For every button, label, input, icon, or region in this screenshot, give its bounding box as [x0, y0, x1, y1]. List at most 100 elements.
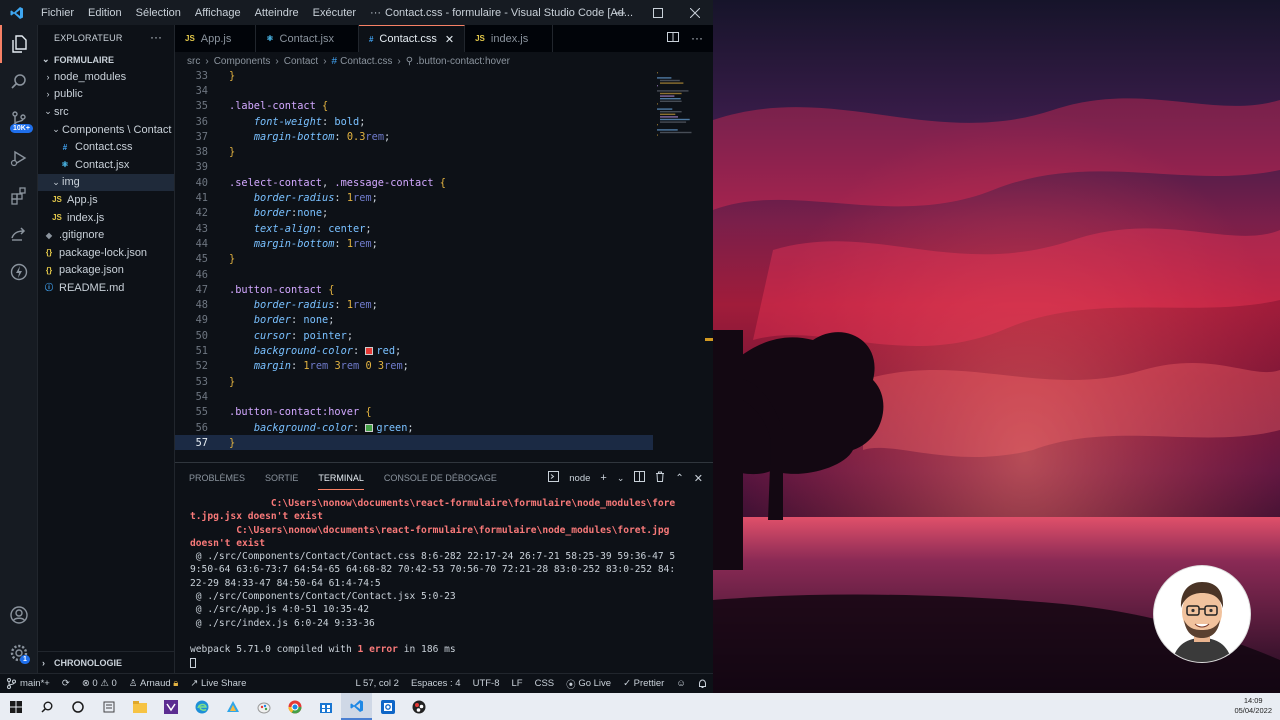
- tree-folder[interactable]: ⌄ img: [38, 173, 174, 192]
- problems-status[interactable]: ⊗ 0 ⚠ 0: [76, 678, 123, 689]
- split-terminal-icon[interactable]: [634, 471, 646, 485]
- tab-debug-console[interactable]: CONSOLE DE DÉBOGAGE: [384, 467, 497, 489]
- feedback-icon[interactable]: ☺: [670, 678, 692, 689]
- code-line[interactable]: 44 margin-bottom: 1rem;: [175, 236, 653, 251]
- widgets-icon[interactable]: [93, 693, 124, 720]
- explorer-more-button[interactable]: ···: [150, 30, 162, 44]
- live-share-button[interactable]: ↗ Live Share: [184, 678, 252, 689]
- more-actions-icon[interactable]: ···: [691, 31, 703, 46]
- obs-icon[interactable]: [403, 693, 434, 720]
- source-control-icon[interactable]: 10K+: [0, 101, 38, 139]
- menu-view[interactable]: Affichage: [188, 7, 248, 19]
- remote-icon[interactable]: [0, 215, 38, 253]
- outlook-icon[interactable]: [372, 693, 403, 720]
- color-swatch[interactable]: [365, 347, 374, 356]
- tree-file[interactable]: {} package-lock.json: [38, 244, 174, 262]
- code-line[interactable]: 39: [175, 160, 653, 175]
- search-icon[interactable]: [0, 63, 38, 101]
- menu-go[interactable]: Atteindre: [248, 7, 306, 19]
- trash-icon[interactable]: [655, 471, 665, 485]
- run-debug-icon[interactable]: [0, 139, 38, 177]
- project-folder[interactable]: ⌄ FORMULAIRE: [38, 51, 174, 68]
- windows-start-icon[interactable]: [0, 693, 31, 720]
- system-clock[interactable]: 14:09 05/04/2022: [1234, 696, 1272, 716]
- code-line[interactable]: 43 text-align: center;: [175, 221, 653, 236]
- explorer-icon[interactable]: [0, 25, 38, 63]
- code-line[interactable]: 33}: [175, 68, 653, 83]
- code-line[interactable]: 56 background-color: green;: [175, 420, 653, 435]
- maximize-panel-icon[interactable]: ⌃: [675, 473, 683, 484]
- tree-file[interactable]: JS App.js: [38, 191, 174, 209]
- paint-icon[interactable]: [248, 693, 279, 720]
- maximize-button[interactable]: [640, 0, 676, 25]
- terminal-name[interactable]: node: [569, 473, 590, 484]
- tab-contact-jsx[interactable]: ⚛ Contact.jsx: [256, 25, 359, 52]
- tab-problems[interactable]: PROBLÈMES: [189, 467, 245, 489]
- bell-icon[interactable]: [692, 678, 713, 689]
- tab-output[interactable]: SORTIE: [265, 467, 298, 489]
- language-mode[interactable]: CSS: [529, 678, 561, 689]
- cursor-position[interactable]: L 57, col 2: [349, 678, 404, 689]
- code-line[interactable]: 47 .button-contact {: [175, 282, 653, 297]
- code-line[interactable]: 57}: [175, 435, 653, 451]
- tab-terminal[interactable]: TERMINAL: [318, 467, 364, 490]
- code-line[interactable]: 50 cursor: pointer;: [175, 328, 653, 343]
- breadcrumb-item[interactable]: .button-contact:hover: [416, 56, 510, 67]
- account-icon[interactable]: [0, 596, 38, 634]
- tree-folder[interactable]: ⌄ Components \ Contact: [38, 121, 174, 139]
- close-window-button[interactable]: [677, 0, 713, 25]
- menu-file[interactable]: Fichier: [34, 7, 81, 19]
- search-icon[interactable]: [31, 693, 62, 720]
- close-tab-icon[interactable]: ✕: [445, 33, 454, 46]
- tree-file[interactable]: ◆ .gitignore: [38, 226, 174, 244]
- code-line[interactable]: 36 font-weight: bold;: [175, 114, 653, 129]
- code-line[interactable]: 54: [175, 389, 653, 404]
- vscode-icon[interactable]: [341, 693, 372, 720]
- thunder-icon[interactable]: [0, 253, 38, 291]
- menu-edit[interactable]: Edition: [81, 7, 129, 19]
- code-line[interactable]: 35 .label-contact {: [175, 99, 653, 114]
- sourcetree-icon[interactable]: [217, 693, 248, 720]
- user-status[interactable]: ♙ Arnaud 🔒︎: [123, 678, 185, 689]
- tree-file[interactable]: {} package.json: [38, 262, 174, 280]
- breadcrumb-item[interactable]: Contact: [284, 56, 318, 67]
- tree-file[interactable]: ⓘ README.md: [38, 279, 174, 297]
- code-line[interactable]: 55 .button-contact:hover {: [175, 405, 653, 420]
- code-line[interactable]: 34: [175, 83, 653, 98]
- encoding[interactable]: UTF-8: [467, 678, 506, 689]
- code-line[interactable]: 40 .select-contact, .message-contact {: [175, 175, 653, 190]
- file-explorer-icon[interactable]: [124, 693, 155, 720]
- menu-selection[interactable]: Sélection: [129, 7, 188, 19]
- tree-file[interactable]: ⚛ Contact.jsx: [38, 156, 174, 174]
- minimize-button[interactable]: [602, 0, 638, 25]
- code-line[interactable]: 49 border: none;: [175, 313, 653, 328]
- sync-icon[interactable]: ⟳: [56, 678, 76, 689]
- tab-app-js[interactable]: JS App.js: [175, 25, 257, 52]
- tab-contact-css[interactable]: # Contact.css ✕: [358, 25, 466, 52]
- task-view-icon[interactable]: [62, 693, 93, 720]
- chevron-down-icon[interactable]: ⌄: [617, 473, 625, 484]
- terminal-output[interactable]: C:\Users\nonow\documents\react-formulair…: [190, 497, 705, 670]
- edge-icon[interactable]: [186, 693, 217, 720]
- code-line[interactable]: 48 border-radius: 1rem;: [175, 298, 653, 313]
- end-of-line[interactable]: LF: [506, 678, 529, 689]
- timeline-section[interactable]: › CHRONOLOGIE: [38, 651, 175, 673]
- color-swatch[interactable]: [365, 423, 374, 432]
- tree-file[interactable]: JS index.js: [38, 209, 174, 227]
- code-line[interactable]: 41 border-radius: 1rem;: [175, 190, 653, 205]
- tree-folder[interactable]: › public: [38, 86, 174, 104]
- go-live-button[interactable]: ⦿ Go Live: [560, 677, 617, 691]
- extensions-icon[interactable]: [0, 177, 38, 215]
- code-line[interactable]: 46: [175, 267, 653, 282]
- breadcrumb-item[interactable]: src: [187, 56, 200, 67]
- chrome-icon[interactable]: [279, 693, 310, 720]
- prettier-button[interactable]: ✓ Prettier: [617, 678, 670, 689]
- store-icon[interactable]: [310, 693, 341, 720]
- breadcrumb-item[interactable]: Components: [214, 56, 271, 67]
- menu-run[interactable]: Exécuter: [306, 7, 363, 19]
- minimap[interactable]: [655, 70, 701, 150]
- split-editor-icon[interactable]: [667, 31, 679, 46]
- branch-status[interactable]: main*+: [0, 678, 56, 689]
- code-line[interactable]: 53}: [175, 374, 653, 389]
- tab-index-js[interactable]: JS index.js: [465, 25, 554, 52]
